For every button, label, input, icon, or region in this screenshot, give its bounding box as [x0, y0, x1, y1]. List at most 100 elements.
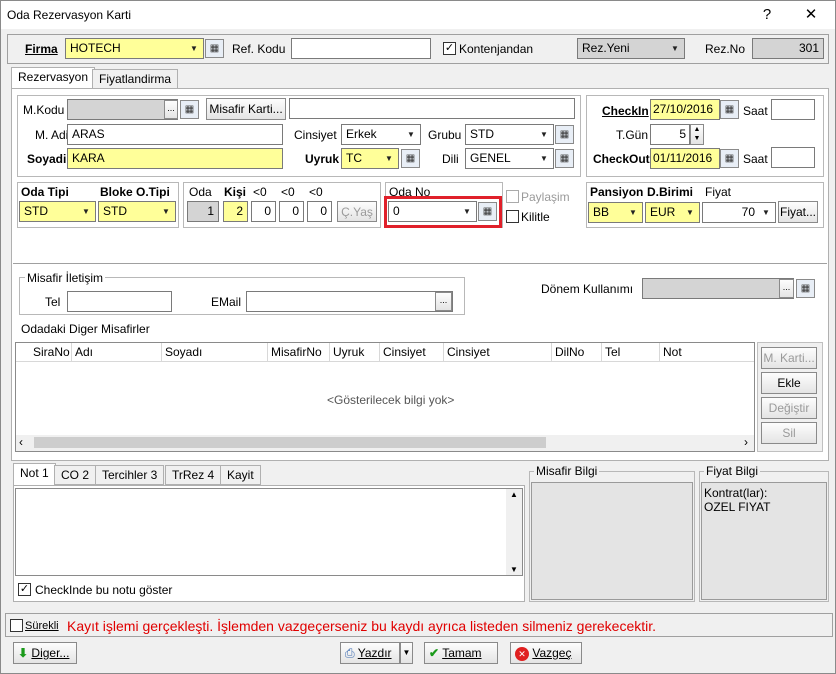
window-title: Oda Rezervasyon Karti [7, 8, 132, 22]
scroll-down-icon[interactable]: ▼ [510, 565, 518, 574]
child1-input[interactable]: 0 [251, 201, 276, 222]
col-soyadi[interactable]: Soyadı [162, 343, 268, 361]
chevron-down-icon[interactable]: ▼ [186, 40, 202, 57]
scroll-left-icon[interactable]: ‹ [19, 435, 23, 449]
dbirimi-select[interactable]: EUR ▼ [645, 202, 700, 223]
checkin-calendar-icon[interactable]: ▦ [720, 100, 739, 119]
col-uyruk[interactable]: Uyruk [330, 343, 380, 361]
saat-in-input[interactable] [771, 99, 815, 120]
oda-no-select[interactable]: 0 ▼ [388, 201, 477, 222]
chevron-down-icon[interactable]: ▼ [403, 126, 419, 143]
degistir-button[interactable]: Değiştir [761, 397, 817, 419]
diger-button[interactable]: ⬇ Diger... [13, 642, 77, 664]
chevron-down-icon[interactable]: ▼ [158, 203, 174, 220]
grubu-lookup-icon[interactable]: ▦ [555, 125, 574, 144]
col-not[interactable]: Not [660, 343, 754, 361]
checkin-note-checkbox[interactable]: ✓ [18, 583, 31, 596]
tab-trrez4[interactable]: TrRez 4 [165, 465, 222, 485]
child3-input[interactable]: 0 [307, 201, 332, 222]
scroll-right-icon[interactable]: › [744, 435, 748, 449]
uyruk-select[interactable]: TC ▼ [341, 148, 399, 169]
kilitle-checkbox[interactable] [506, 210, 519, 223]
soyadi-input[interactable]: KARA [67, 148, 283, 169]
ref-kodu-input[interactable] [291, 38, 431, 59]
yazdir-button[interactable]: ⎙ Yazdır [340, 642, 400, 664]
mkodu-browse-button[interactable]: ... [164, 100, 178, 119]
sil-button[interactable]: Sil [761, 422, 817, 444]
bloke-select[interactable]: STD ▼ [98, 201, 176, 222]
col-cinsiyet[interactable]: Cinsiyet [380, 343, 444, 361]
misafir-karti-button[interactable]: Misafir Karti... [206, 98, 286, 120]
checkin-input[interactable]: 27/10/2016 [650, 99, 720, 120]
chevron-down-icon[interactable]: ▼ [536, 150, 552, 167]
tab-tercihler3[interactable]: Tercihler 3 [95, 465, 165, 485]
fiyat-button[interactable]: Fiyat... [778, 201, 818, 223]
checkout-input[interactable]: 01/11/2016 [650, 148, 720, 169]
paylasim-checkbox[interactable] [506, 190, 519, 203]
cyas-button[interactable]: Ç.Yaş [337, 201, 377, 222]
email-input[interactable] [246, 291, 453, 312]
uyruk-lookup-icon[interactable]: ▦ [401, 149, 420, 168]
firma-select[interactable]: HOTECH ▼ [65, 38, 204, 59]
chevron-down-icon[interactable]: ▼ [78, 203, 94, 220]
child2-input[interactable]: 0 [279, 201, 304, 222]
cinsiyet-select[interactable]: Erkek ▼ [341, 124, 421, 145]
chevron-down-icon[interactable]: ▼ [667, 40, 683, 57]
tel-input[interactable] [67, 291, 172, 312]
scroll-thumb[interactable] [34, 437, 546, 448]
tab-rezervasyon[interactable]: Rezervasyon [11, 67, 96, 89]
note-textarea[interactable]: ▲ ▼ [15, 488, 523, 576]
chevron-down-icon[interactable]: ▼ [459, 203, 475, 220]
oda-no-lookup-icon[interactable]: ▦ [478, 202, 497, 221]
donem-browse-button[interactable]: ... [779, 279, 794, 298]
saat-out-input[interactable] [771, 147, 815, 168]
donem-input[interactable] [642, 278, 794, 299]
mkarti-button[interactable]: M. Karti... [761, 347, 817, 369]
dili-lookup-icon[interactable]: ▦ [555, 149, 574, 168]
tamam-button[interactable]: ✔ Tamam [424, 642, 498, 664]
dili-select[interactable]: GENEL ▼ [465, 148, 554, 169]
others-grid[interactable]: SiraNo Adı Soyadı MisafirNo Uyruk Cinsiy… [15, 342, 755, 452]
tab-fiyatlandirma[interactable]: Fiyatlandirma [92, 69, 179, 89]
checkout-calendar-icon[interactable]: ▦ [720, 149, 739, 168]
mkodu-lookup-icon[interactable]: ▦ [180, 100, 199, 119]
donem-lookup-icon[interactable]: ▦ [796, 279, 815, 298]
rez-state-select[interactable]: Rez.Yeni ▼ [577, 38, 685, 59]
vertical-scrollbar[interactable]: ▲ ▼ [506, 489, 522, 575]
tab-co2[interactable]: CO 2 [54, 465, 97, 485]
surekli-checkbox[interactable] [10, 619, 23, 632]
madi-input[interactable]: ARAS [67, 124, 283, 145]
col-misafirno[interactable]: MisafirNo [268, 343, 330, 361]
vazgec-button[interactable]: ✕ Vazgeç [510, 642, 582, 664]
pansiyon-select[interactable]: BB ▼ [588, 202, 643, 223]
grubu-select[interactable]: STD ▼ [465, 124, 554, 145]
tab-not1[interactable]: Not 1 [13, 463, 56, 485]
mkodu-input[interactable] [67, 99, 178, 120]
tgun-stepper[interactable]: ▲ ▼ [690, 124, 704, 145]
ekle-button[interactable]: Ekle [761, 372, 817, 394]
col-cinsiyet-2[interactable]: Cinsiyet [444, 343, 552, 361]
chevron-down-icon[interactable]: ▼ [381, 150, 397, 167]
close-icon[interactable]: ✕ [789, 3, 833, 27]
chevron-down-icon[interactable]: ▼ [625, 204, 641, 221]
guest-extra-field[interactable] [289, 98, 575, 119]
oda-tipi-select[interactable]: STD ▼ [19, 201, 96, 222]
email-browse-button[interactable]: ... [435, 292, 452, 311]
col-sirano[interactable]: SiraNo [30, 343, 72, 361]
tab-kayit[interactable]: Kayit [220, 465, 261, 485]
kontenjan-checkbox[interactable]: ✓ [443, 42, 456, 55]
chevron-down-icon[interactable]: ▼ [758, 204, 774, 221]
tgun-input[interactable]: 5 [650, 124, 690, 145]
kisi-input[interactable]: 2 [223, 201, 248, 222]
chevron-down-icon[interactable]: ▼ [682, 204, 698, 221]
fiyat-select[interactable]: 70 ▼ [702, 202, 776, 223]
col-adi[interactable]: Adı [72, 343, 162, 361]
yazdir-dropdown[interactable]: ▼ [400, 642, 413, 664]
col-tel[interactable]: Tel [602, 343, 660, 361]
horizontal-scrollbar[interactable]: ‹ › [16, 435, 754, 451]
col-dilno[interactable]: DilNo [552, 343, 602, 361]
help-button[interactable]: ? [745, 3, 789, 27]
chevron-down-icon[interactable]: ▼ [536, 126, 552, 143]
scroll-up-icon[interactable]: ▲ [510, 490, 518, 499]
firma-lookup-icon[interactable]: ▦ [205, 39, 224, 58]
